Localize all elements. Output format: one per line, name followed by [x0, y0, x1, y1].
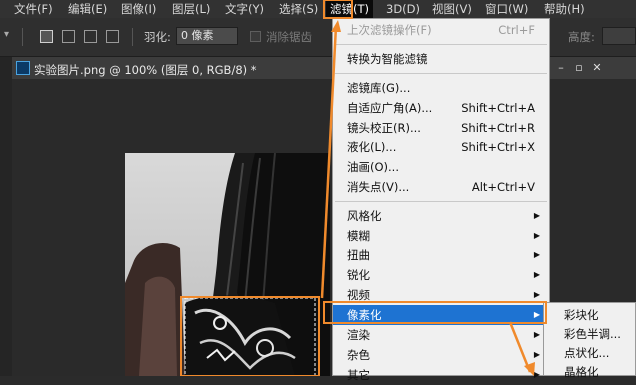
menu-item-lens-correction[interactable]: 镜头校正(R)... Shift+Ctrl+R: [333, 118, 549, 138]
feather-input[interactable]: 0 像素: [176, 27, 238, 45]
new-selection-icon[interactable]: [40, 30, 53, 43]
submenu-arrow-icon: ▶: [533, 270, 540, 279]
menu-item-filter-gallery[interactable]: 滤镜库(G)...: [333, 78, 549, 98]
submenu-arrow-icon: ▶: [533, 290, 540, 299]
menu-item-distort[interactable]: 扭曲 ▶: [333, 245, 549, 265]
menu-file[interactable]: 文件(F): [10, 0, 57, 18]
menu-select[interactable]: 选择(S): [275, 0, 322, 18]
document-title: 实验图片.png @ 100% (图层 0, RGB/8) *: [34, 63, 257, 77]
divider: [132, 28, 133, 46]
menu-item-liquify[interactable]: 液化(L)... Shift+Ctrl+X: [333, 137, 549, 157]
feather-label: 羽化:: [144, 30, 171, 44]
menu-image[interactable]: 图像(I): [117, 0, 160, 18]
menu-item-oil-paint[interactable]: 油画(O)...: [333, 157, 549, 177]
toolbox-edge: [0, 57, 12, 376]
menu-bar: 文件(F) 编辑(E) 图像(I) 图层(L) 文字(Y) 选择(S) 滤镜(T…: [0, 0, 636, 18]
menu-filter[interactable]: 滤镜(T): [326, 0, 373, 18]
submenu-arrow-icon: ▶: [533, 370, 540, 379]
intersect-selection-icon[interactable]: [106, 30, 119, 43]
menu-item-adaptive-wide-angle[interactable]: 自适应广角(A)... Shift+Ctrl+A: [333, 98, 549, 118]
menu-item-video[interactable]: 视频 ▶: [333, 285, 549, 305]
add-selection-icon[interactable]: [62, 30, 75, 43]
menu-separator: [335, 201, 547, 202]
ps-file-icon: [16, 61, 30, 75]
menu-3d[interactable]: 3D(D): [382, 0, 424, 18]
filter-menu: 上次滤镜操作(F) Ctrl+F 转换为智能滤镜 滤镜库(G)... 自适应广角…: [332, 18, 550, 382]
menu-window[interactable]: 窗口(W): [481, 0, 532, 18]
menu-item-noise[interactable]: 杂色 ▶: [333, 345, 549, 365]
submenu-item-color-halftone[interactable]: 彩色半调...: [564, 324, 621, 344]
menu-item-render[interactable]: 渲染 ▶: [333, 325, 549, 345]
menu-item-blur[interactable]: 模糊 ▶: [333, 226, 549, 246]
close-icon[interactable]: ✕: [588, 61, 606, 75]
menu-item-stylize[interactable]: 风格化 ▶: [333, 206, 549, 226]
antialias-checkbox[interactable]: [250, 31, 261, 42]
submenu-arrow-icon: ▶: [533, 231, 540, 240]
menu-edit[interactable]: 编辑(E): [64, 0, 111, 18]
height-label: 高度:: [568, 30, 595, 44]
menu-layer[interactable]: 图层(L): [168, 0, 214, 18]
minimize-icon[interactable]: –: [552, 61, 570, 75]
window-controls: – ▫ ✕: [550, 57, 636, 79]
menu-item-vanishing-point[interactable]: 消失点(V)... Alt+Ctrl+V: [333, 177, 549, 197]
divider: [22, 28, 23, 46]
submenu-arrow-icon: ▶: [533, 211, 540, 220]
submenu-arrow-icon: ▶: [533, 350, 540, 359]
menu-item-pixelate[interactable]: 像素化 ▶: [333, 305, 549, 325]
menu-item-sharpen[interactable]: 锐化 ▶: [333, 265, 549, 285]
menu-type[interactable]: 文字(Y): [221, 0, 268, 18]
subtract-selection-icon[interactable]: [84, 30, 97, 43]
restore-icon[interactable]: ▫: [570, 61, 588, 75]
submenu-arrow-icon: ▶: [533, 250, 540, 259]
height-input[interactable]: [602, 27, 636, 45]
tool-dropdown-icon[interactable]: ▾: [4, 29, 9, 40]
photo-graphic: [125, 153, 330, 376]
menu-item-convert-smart-filter[interactable]: 转换为智能滤镜: [333, 49, 549, 69]
submenu-arrow-icon: ▶: [533, 310, 540, 319]
document-image[interactable]: [125, 153, 330, 376]
menu-help[interactable]: 帮助(H): [540, 0, 589, 18]
submenu-arrow-icon: ▶: [533, 330, 540, 339]
pixelate-submenu: 彩块化 彩色半调... 点状化... 晶格化: [543, 302, 636, 379]
menu-item-other[interactable]: 其它 ▶: [333, 365, 549, 385]
submenu-item-facet[interactable]: 彩块化: [564, 305, 599, 325]
submenu-item-crystallize[interactable]: 晶格化: [564, 362, 599, 382]
submenu-item-pointillize[interactable]: 点状化...: [564, 343, 609, 363]
antialias-label: 消除锯齿: [266, 30, 312, 44]
menu-separator: [335, 73, 547, 74]
menu-separator: [335, 44, 547, 45]
menu-view[interactable]: 视图(V): [428, 0, 476, 18]
menu-item-last-filter[interactable]: 上次滤镜操作(F) Ctrl+F: [333, 20, 549, 40]
